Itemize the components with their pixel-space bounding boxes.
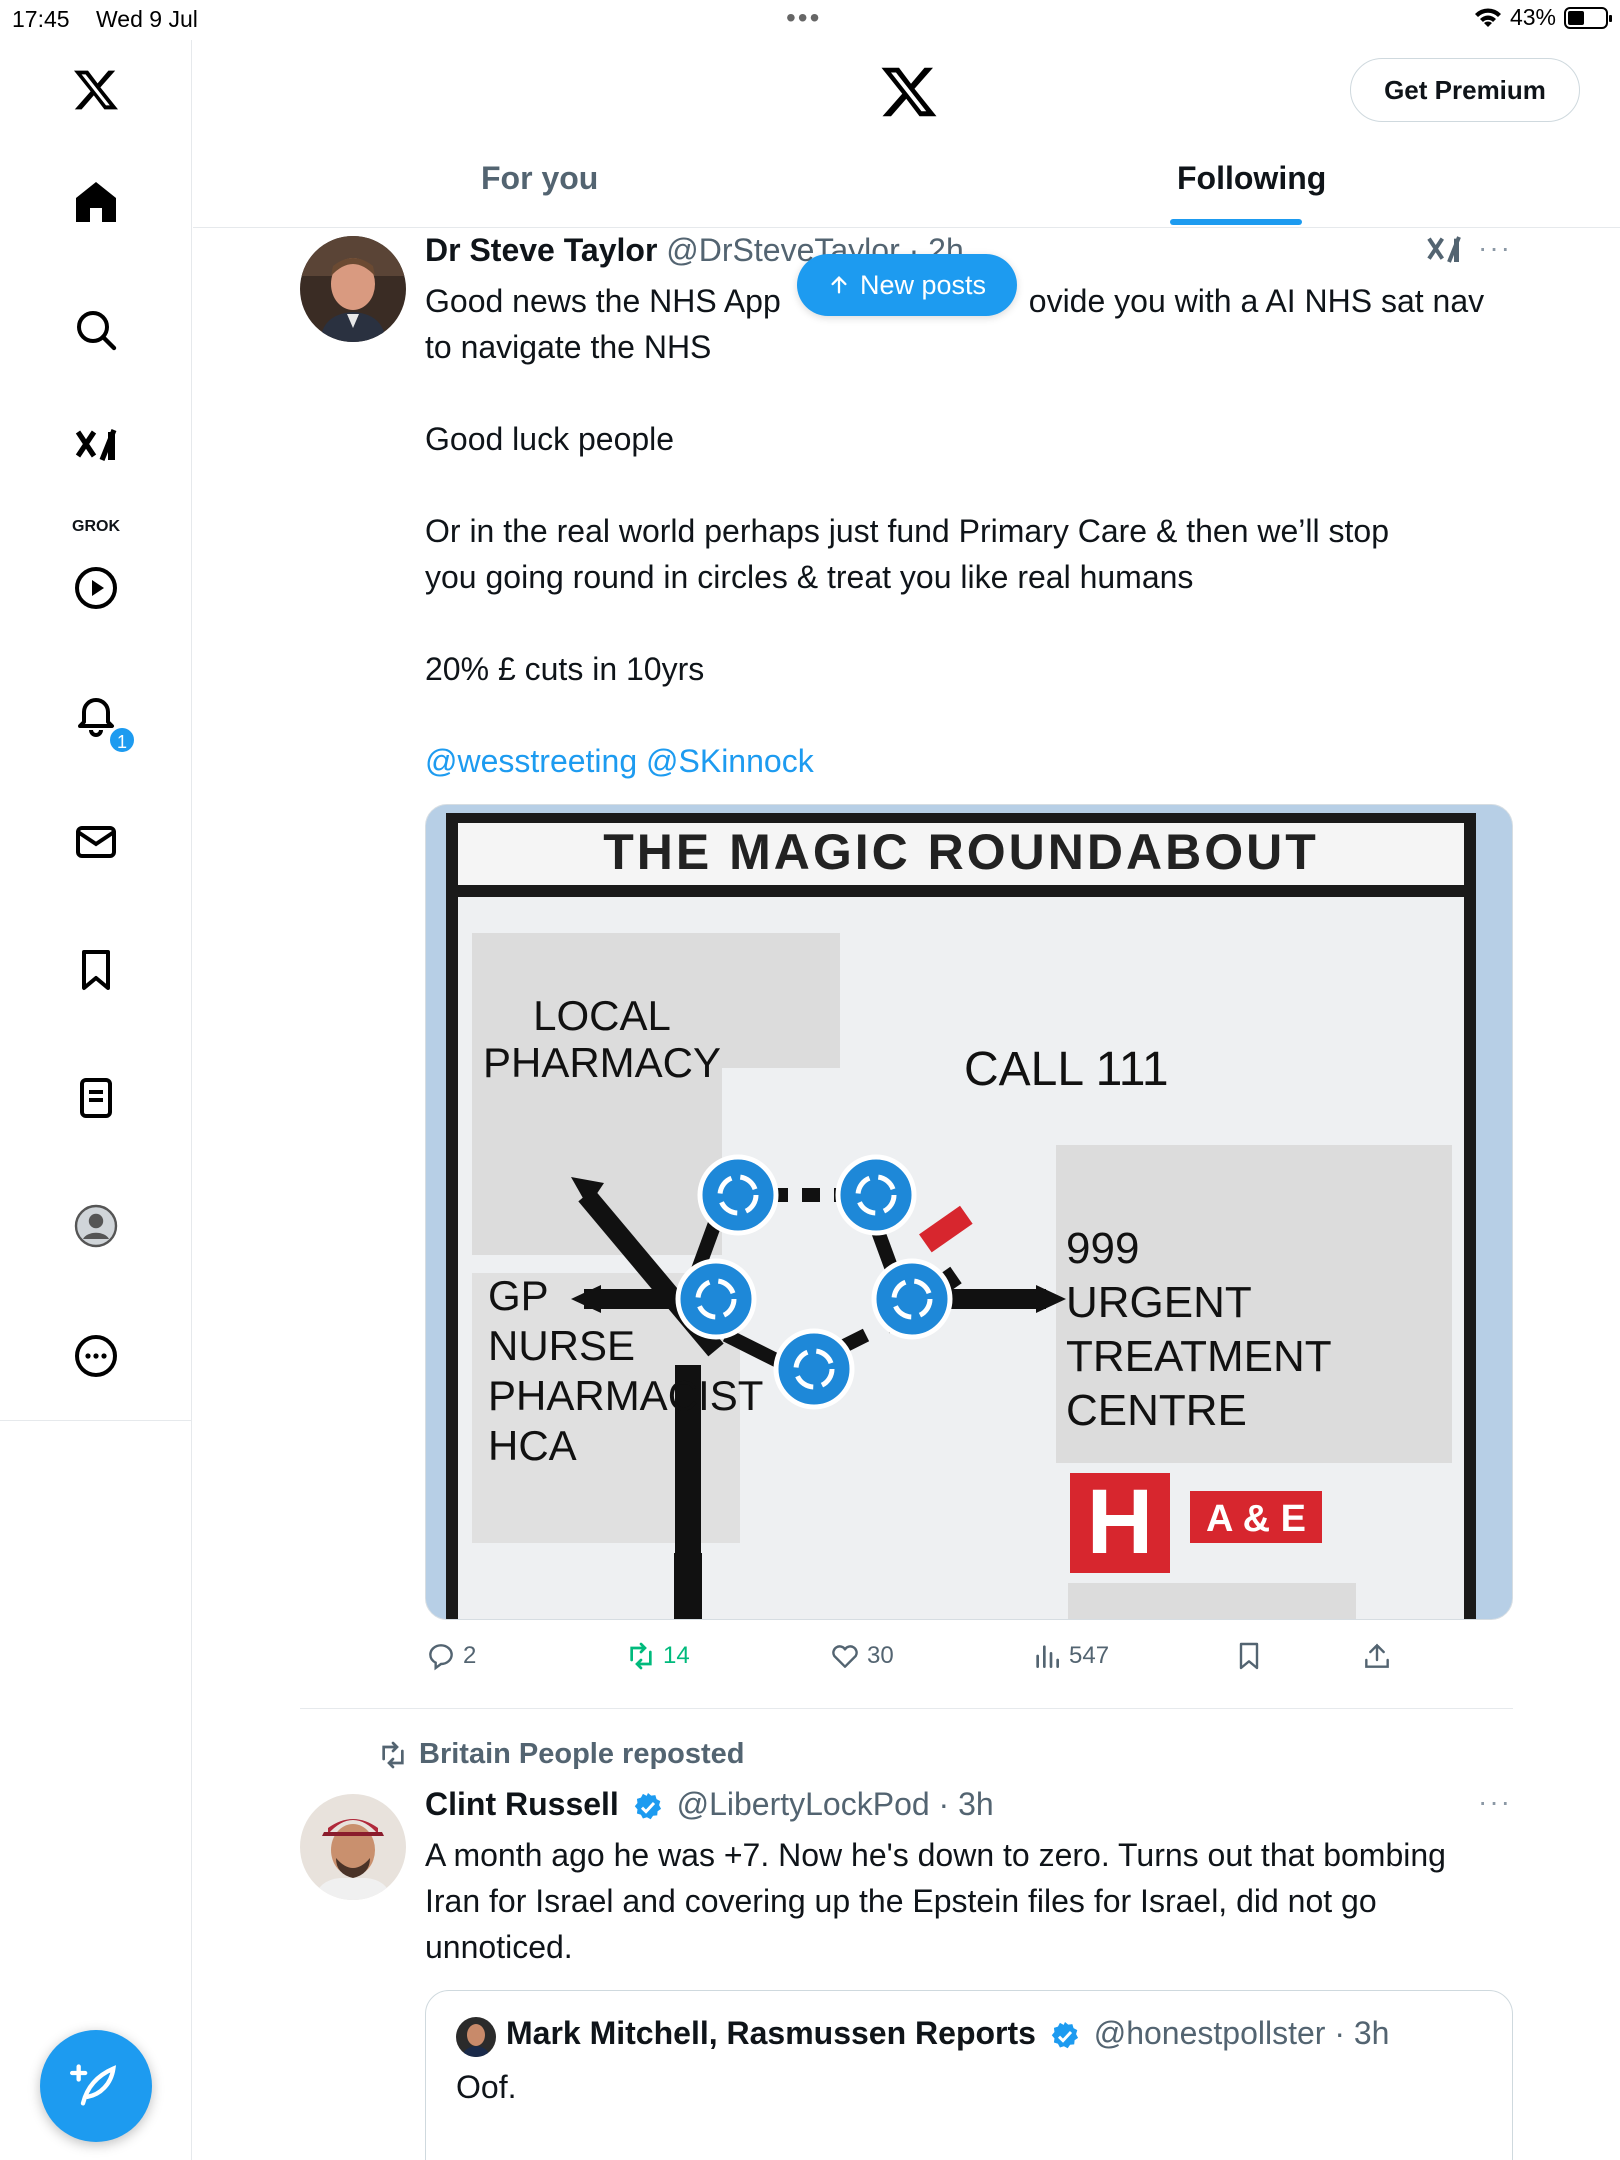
arrow-up-icon: [831, 276, 847, 294]
battery-icon: [1564, 6, 1612, 29]
more-options-icon[interactable]: ···: [1478, 1786, 1512, 1818]
tab-active-indicator: [1170, 219, 1302, 225]
heart-icon: [832, 1645, 858, 1668]
repost-count: 14: [663, 1642, 690, 1669]
repost-icon: [382, 1741, 404, 1768]
views-icon: [1036, 1645, 1059, 1668]
view-count: 547: [1069, 1642, 1110, 1669]
notification-badge: 1: [108, 726, 136, 754]
tweet-line-1: A month ago he was +7. Now he's down to …: [425, 1837, 1446, 1873]
sign-hca: HCA: [488, 1422, 577, 1469]
grok-icon[interactable]: [70, 422, 122, 474]
avatar[interactable]: [300, 236, 406, 342]
compose-icon: [70, 2064, 117, 2106]
author-name[interactable]: Dr Steve Taylor: [425, 232, 657, 268]
author-handle[interactable]: @LibertyLockPod · 3h: [677, 1786, 994, 1822]
sign-gp: GP: [488, 1272, 549, 1319]
tweet-line-1-left: Good news the NHS App: [425, 283, 781, 319]
quoted-tweet[interactable]: Mark Mitchell, Rasmussen Reports @honest…: [425, 1990, 1513, 2160]
status-right: 43%: [1474, 4, 1612, 31]
bookmark-icon[interactable]: [70, 944, 122, 996]
reply-icon: [429, 1644, 453, 1671]
new-posts-label: New posts: [859, 269, 987, 300]
sign-call-111: CALL 111: [964, 1043, 1169, 1096]
tweet-paragraph-3-line-1: Or in the real world perhaps just fund P…: [425, 513, 1389, 549]
video-icon[interactable]: [70, 562, 122, 614]
search-icon[interactable]: [70, 304, 122, 356]
views-button[interactable]: 547: [1031, 1640, 1109, 1672]
tweet-mentions[interactable]: @wesstreeting @SKinnock: [425, 738, 1484, 784]
avatar[interactable]: [456, 2017, 496, 2057]
tweet-paragraph-4: 20% £ cuts in 10yrs: [425, 651, 705, 687]
tweet-text: A month ago he was +7. Now he's down to …: [425, 1832, 1446, 1970]
like-button[interactable]: 30: [829, 1640, 894, 1672]
get-premium-button[interactable]: Get Premium: [1350, 58, 1580, 122]
new-posts-button[interactable]: New posts: [797, 254, 1017, 316]
status-bar: 17:45 Wed 9 Jul ••• 43%: [0, 0, 1620, 40]
tweet-line-2: to navigate the NHS: [425, 329, 712, 365]
avatar[interactable]: [300, 1794, 406, 1900]
multitasking-dots[interactable]: •••: [786, 2, 821, 34]
sign-centre: CENTRE: [1066, 1386, 1247, 1435]
tweet-line-1-right: ovide you with a AI NHS sat nav: [1028, 283, 1485, 319]
tweet-actions: 2 14 30 547: [425, 1640, 1425, 1680]
author-name[interactable]: Clint Russell: [425, 1786, 619, 1822]
sidebar-divider: [0, 1420, 192, 1421]
sidebar: GROK 1: [0, 40, 192, 2160]
mail-icon[interactable]: [70, 816, 122, 868]
tweet-paragraph-3-line-2: you going round in circles & treat you l…: [425, 559, 1194, 595]
timeline-header: Get Premium For you Following: [193, 40, 1620, 228]
share-icon: [1365, 1643, 1389, 1668]
sign-h: H: [1087, 1471, 1153, 1573]
tab-for-you[interactable]: For you: [481, 160, 598, 197]
verified-badge-icon: [634, 1792, 661, 1819]
more-icon[interactable]: [70, 1330, 122, 1382]
x-logo-icon[interactable]: [70, 64, 122, 116]
reply-button[interactable]: 2: [425, 1640, 476, 1672]
tweet-line-3: unnoticed.: [425, 1929, 573, 1965]
tweet-author[interactable]: Clint Russell @LibertyLockPod · 3h: [425, 1786, 994, 1823]
compose-button[interactable]: [40, 2030, 152, 2142]
sign-urgent: URGENT: [1066, 1278, 1252, 1327]
tweet-divider: [300, 1708, 1513, 1709]
profile-icon[interactable]: [70, 1200, 122, 1252]
tab-following[interactable]: Following: [1177, 160, 1326, 197]
x-logo-icon[interactable]: [879, 62, 939, 122]
quoted-text: Oof.: [456, 2069, 517, 2105]
status-time: 17:45: [12, 6, 70, 32]
repost-button[interactable]: 14: [625, 1640, 690, 1672]
tweet-paragraph-2: Good luck people: [425, 421, 675, 457]
quoted-author-handle[interactable]: @honestpollster · 3h: [1094, 2015, 1390, 2051]
sign-treatment: TREATMENT: [1066, 1332, 1332, 1381]
quoted-author-name[interactable]: Mark Mitchell, Rasmussen Reports: [506, 2015, 1036, 2051]
like-count: 30: [867, 1642, 894, 1669]
tweet-image[interactable]: THE MAGIC ROUNDABOUT LOCAL PHARMACY CALL…: [425, 804, 1513, 1620]
sign-ae: A & E: [1206, 1498, 1306, 1540]
battery-percent: 43%: [1509, 4, 1556, 30]
bookmark-button[interactable]: [1233, 1640, 1265, 1672]
share-button[interactable]: [1361, 1640, 1393, 1672]
sign-pharmacy: PHARMACY: [483, 1039, 721, 1086]
more-options-icon[interactable]: ···: [1478, 232, 1512, 264]
sign-local: LOCAL: [533, 992, 671, 1039]
sign-nurse: NURSE: [488, 1322, 635, 1369]
status-date: Wed 9 Jul: [96, 6, 198, 32]
tweet-line-2: Iran for Israel and covering up the Epst…: [425, 1883, 1377, 1919]
sign-pharmacist: PHARMACIST: [488, 1372, 763, 1419]
tweet-text: Good news the NHS App ovide you with a AI…: [425, 278, 1484, 784]
grok-label: GROK: [72, 518, 120, 535]
reply-count: 2: [463, 1642, 477, 1669]
reposted-by: Britain People reposted: [419, 1738, 745, 1770]
verified-badge-icon: [1051, 2021, 1078, 2048]
sign-title: THE MAGIC ROUNDABOUT: [603, 824, 1319, 880]
list-icon[interactable]: [70, 1072, 122, 1124]
wifi-icon: [1474, 7, 1501, 27]
repost-indicator[interactable]: Britain People reposted: [377, 1738, 745, 1771]
grok-icon[interactable]: [1424, 232, 1464, 272]
repost-icon: [630, 1642, 652, 1670]
home-icon[interactable]: [70, 176, 122, 228]
bookmark-icon: [1239, 1642, 1259, 1670]
quoted-author[interactable]: Mark Mitchell, Rasmussen Reports @honest…: [506, 2015, 1389, 2052]
sign-999: 999: [1066, 1224, 1139, 1273]
